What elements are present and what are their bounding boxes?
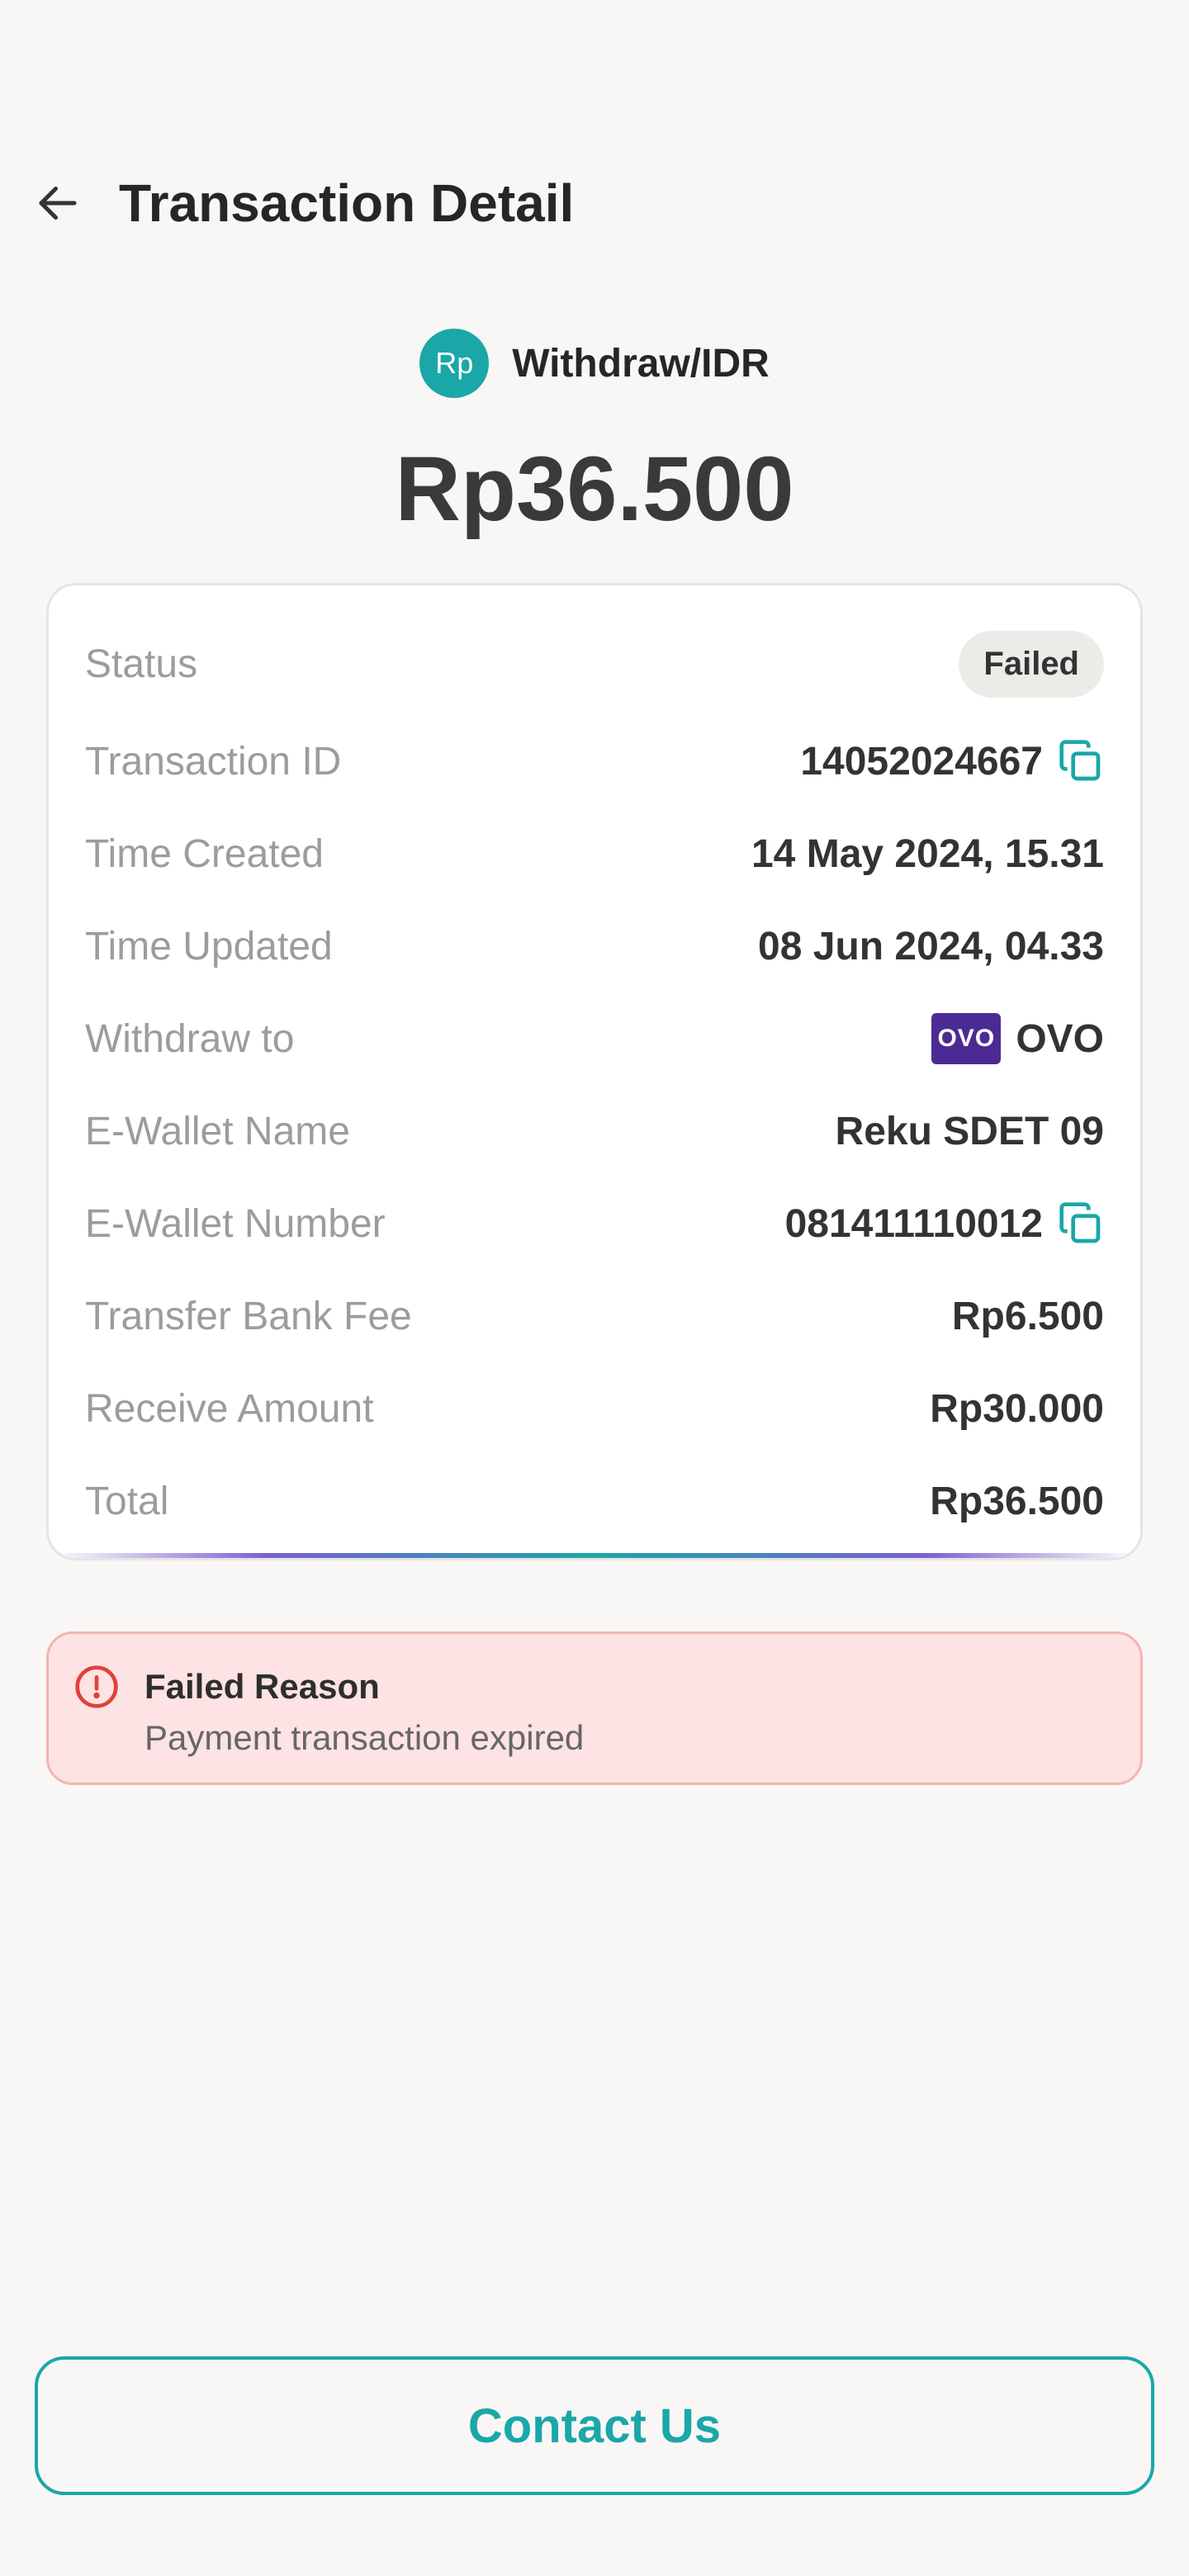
- wallet-name-value: Reku SDET 09: [835, 1109, 1104, 1153]
- page-title: Transaction Detail: [119, 173, 575, 233]
- wallet-number-value-group: 081411110012: [785, 1200, 1104, 1247]
- time-updated-value: 08 Jun 2024, 04.33: [758, 924, 1104, 968]
- receive-amount-row: Receive Amount Rp30.000: [85, 1371, 1104, 1446]
- failed-reason-box: Failed Reason Payment transaction expire…: [46, 1631, 1143, 1785]
- total-value: Rp36.500: [930, 1479, 1104, 1523]
- wallet-number-label: E-Wallet Number: [85, 1201, 386, 1246]
- receive-amount-label: Receive Amount: [85, 1386, 374, 1431]
- wallet-name-row: E-Wallet Name Reku SDET 09: [85, 1094, 1104, 1168]
- time-created-row: Time Created 14 May 2024, 15.31: [85, 817, 1104, 891]
- copy-icon[interactable]: [1058, 1200, 1104, 1247]
- transaction-id-value: 14052024667: [800, 739, 1043, 784]
- header: Transaction Detail: [0, 157, 1189, 248]
- arrow-left-icon: [39, 187, 77, 220]
- fee-row: Transfer Bank Fee Rp6.500: [85, 1279, 1104, 1353]
- time-created-label: Time Created: [85, 831, 324, 876]
- status-label: Status: [85, 642, 198, 686]
- time-created-value: 14 May 2024, 15.31: [751, 831, 1104, 876]
- status-row: Status Failed: [85, 627, 1104, 701]
- fee-label: Transfer Bank Fee: [85, 1294, 412, 1338]
- time-updated-label: Time Updated: [85, 924, 333, 968]
- wallet-number-value: 081411110012: [784, 1201, 1043, 1246]
- failed-reason-title: Failed Reason: [144, 1667, 380, 1706]
- status-badge: Failed: [959, 630, 1104, 698]
- withdraw-to-value: OVO: [1016, 1016, 1104, 1061]
- asset-name: Withdraw/IDR: [512, 341, 770, 386]
- transaction-id-label: Transaction ID: [85, 739, 342, 784]
- contact-us-button[interactable]: Contact Us: [35, 2356, 1154, 2495]
- back-button[interactable]: [30, 175, 86, 231]
- transaction-id-row: Transaction ID 14052024667: [85, 724, 1104, 798]
- asset-row: Rp Withdraw/IDR: [0, 329, 1189, 398]
- total-row: Total Rp36.500: [85, 1464, 1104, 1538]
- transaction-detail-screen: Transaction Detail Rp Withdraw/IDR Rp36.…: [0, 0, 1189, 2576]
- rupiah-icon: Rp: [419, 329, 490, 398]
- failed-reason-text: Payment transaction expired: [144, 1718, 585, 1757]
- withdraw-to-row: Withdraw to OVO OVO: [85, 1002, 1104, 1076]
- total-label: Total: [85, 1479, 169, 1523]
- time-updated-row: Time Updated 08 Jun 2024, 04.33: [85, 909, 1104, 983]
- wallet-name-label: E-Wallet Name: [85, 1109, 350, 1153]
- withdraw-to-label: Withdraw to: [85, 1016, 295, 1061]
- copy-icon[interactable]: [1058, 738, 1104, 784]
- receive-amount-value: Rp30.000: [930, 1386, 1104, 1431]
- ovo-logo: OVO: [931, 1013, 1002, 1064]
- transaction-id-value-group: 14052024667: [800, 738, 1104, 784]
- wallet-number-row: E-Wallet Number 081411110012: [85, 1186, 1104, 1261]
- fee-value: Rp6.500: [951, 1294, 1104, 1338]
- transaction-amount: Rp36.500: [395, 438, 794, 540]
- withdraw-to-value-group: OVO OVO: [931, 1013, 1104, 1064]
- detail-card: Status Failed Transaction ID 14052024667…: [46, 583, 1143, 1560]
- alert-circle-icon: [73, 1664, 120, 1710]
